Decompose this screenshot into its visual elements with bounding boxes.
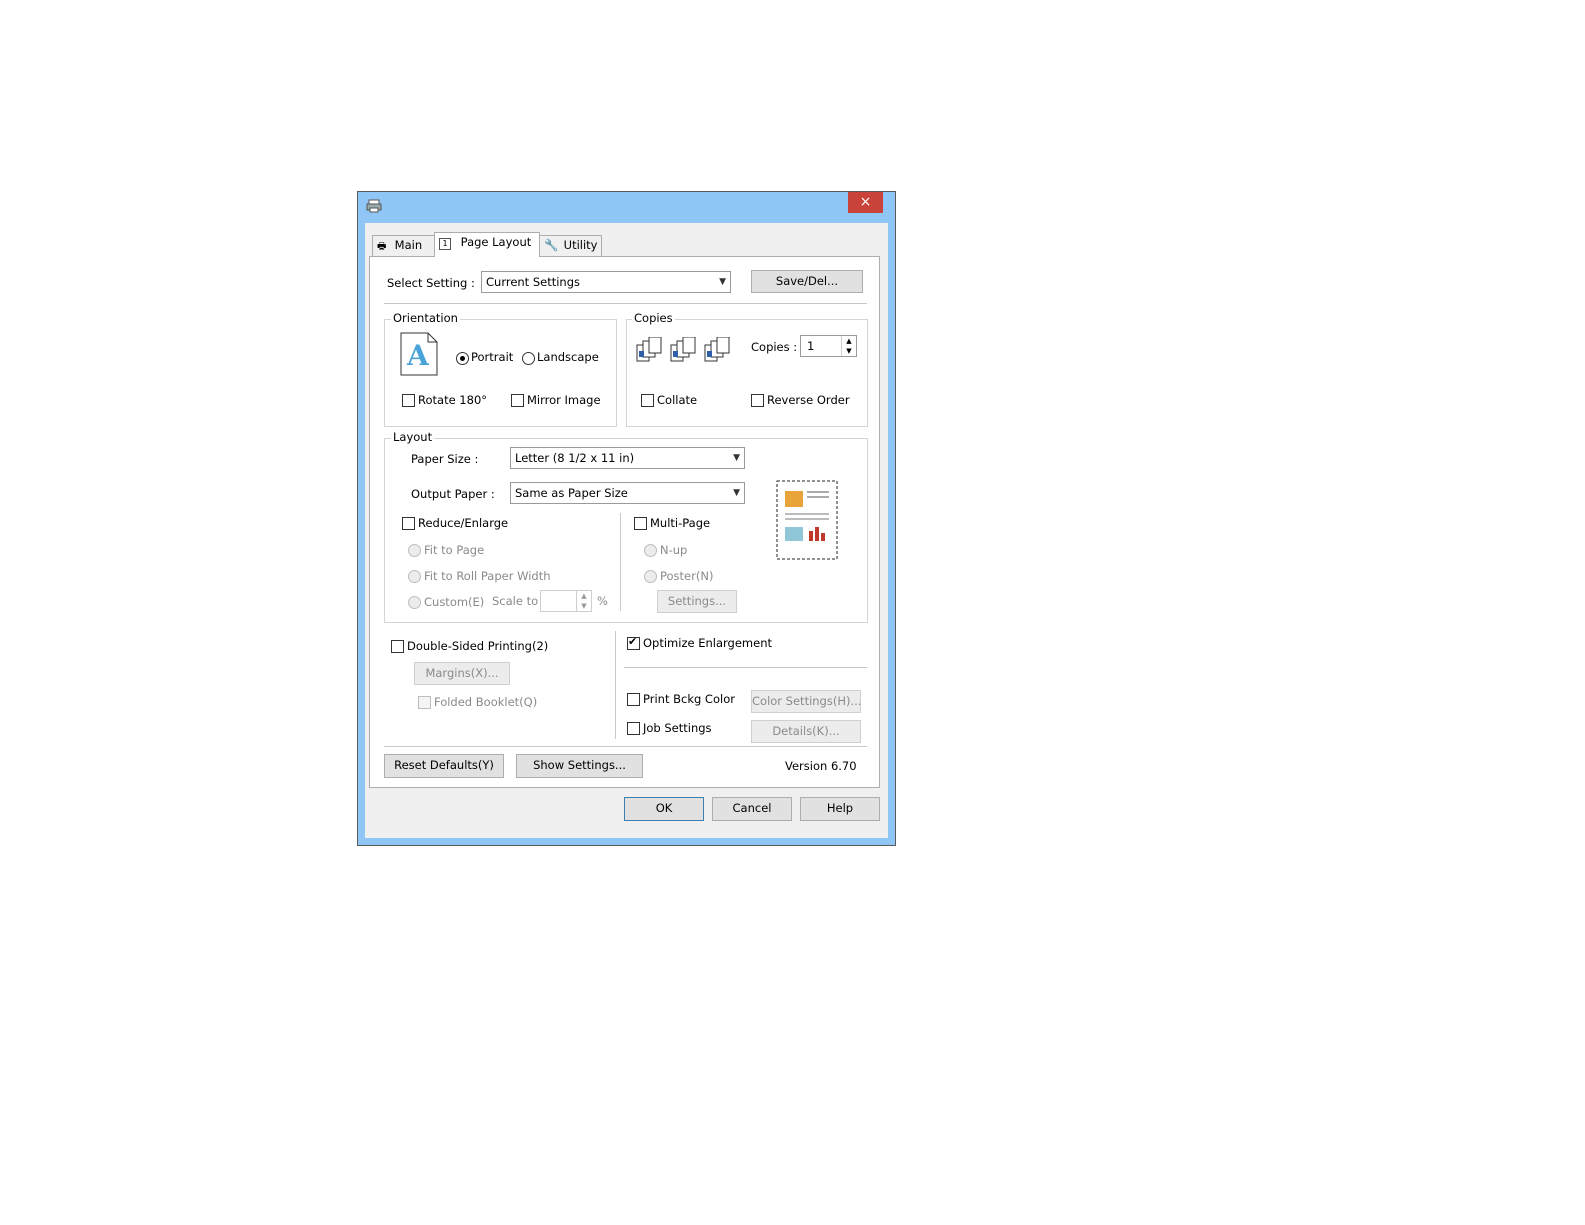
page-preview-icon — [776, 480, 838, 560]
fit-to-page-label: Fit to Page — [424, 543, 485, 557]
optimize-enlargement-label: Optimize Enlargement — [643, 636, 772, 650]
window-frame-right — [888, 223, 895, 845]
cancel-button[interactable]: Cancel — [712, 797, 792, 821]
select-setting-label: Select Setting : — [387, 276, 475, 290]
chevron-down-icon: ▼ — [719, 277, 726, 287]
collate-pages-icon — [636, 337, 730, 362]
save-del-button[interactable]: Save/Del... — [751, 270, 863, 293]
job-settings-checkbox[interactable] — [627, 722, 640, 735]
multi-page-label: Multi-Page — [650, 516, 711, 530]
custom-label: Custom(E) — [424, 595, 485, 609]
printer-tab-icon: 🖶 — [377, 241, 387, 252]
spinner-arrows-icon[interactable]: ▲ ▼ — [841, 336, 856, 356]
reset-defaults-button[interactable]: Reset Defaults(Y) — [384, 754, 504, 778]
folded-booklet-label: Folded Booklet(Q) — [434, 695, 538, 709]
color-settings-button[interactable]: Color Settings(H)... — [751, 690, 861, 713]
output-paper-label: Output Paper : — [411, 487, 495, 501]
collate-label: Collate — [657, 393, 698, 407]
tab-page-layout[interactable]: 1 Page Layout — [434, 232, 540, 257]
folded-booklet-checkbox[interactable] — [418, 696, 431, 709]
output-paper-value: Same as Paper Size — [515, 486, 628, 500]
page-layout-panel: Select Setting : Current Settings ▼ Save… — [369, 256, 880, 788]
fit-to-page-radio[interactable] — [408, 544, 421, 557]
title-bar[interactable]: × — [358, 192, 895, 223]
separator — [620, 513, 621, 611]
wrench-icon: 🔧 — [544, 238, 559, 252]
separator — [615, 631, 616, 739]
paper-size-dropdown[interactable]: Letter (8 1/2 x 11 in) ▼ — [510, 447, 745, 469]
tab-page-layout-label: Page Layout — [460, 235, 532, 249]
reduce-enlarge-label: Reduce/Enlarge — [418, 516, 509, 530]
portrait-preview-icon: A — [400, 332, 438, 376]
paper-size-label: Paper Size : — [411, 452, 479, 466]
show-settings-button[interactable]: Show Settings... — [516, 754, 643, 778]
window-frame-left — [358, 223, 365, 845]
scale-input[interactable]: ▲ ▼ — [540, 590, 592, 612]
landscape-radio[interactable] — [522, 352, 535, 365]
copies-input[interactable]: 1 ▲ ▼ — [800, 335, 857, 357]
multi-page-checkbox[interactable] — [634, 517, 647, 530]
details-button[interactable]: Details(K)... — [751, 720, 861, 743]
separator — [384, 746, 867, 747]
tab-utility[interactable]: 🔧 Utility — [539, 235, 602, 256]
fit-to-roll-label: Fit to Roll Paper Width — [424, 569, 551, 583]
close-button[interactable]: × — [848, 192, 883, 213]
percent-label: % — [597, 594, 608, 608]
double-sided-label: Double-Sided Printing(2) — [407, 639, 549, 653]
output-paper-dropdown[interactable]: Same as Paper Size ▼ — [510, 482, 745, 504]
version-label: Version 6.70 — [785, 759, 857, 773]
poster-radio[interactable] — [644, 570, 657, 583]
close-icon: × — [859, 194, 872, 210]
n-up-radio[interactable] — [644, 544, 657, 557]
layout-legend: Layout — [391, 430, 435, 444]
multi-page-settings-button[interactable]: Settings... — [657, 590, 737, 613]
svg-text:A: A — [406, 339, 430, 372]
chevron-down-icon: ▼ — [733, 453, 740, 463]
tab-utility-label: Utility — [563, 238, 598, 252]
separator — [624, 667, 867, 668]
portrait-radio[interactable] — [456, 352, 469, 365]
rotate-180-label: Rotate 180° — [418, 393, 488, 407]
portrait-label: Portrait — [471, 350, 514, 364]
poster-label: Poster(N) — [660, 569, 714, 583]
window-frame-bottom — [358, 838, 895, 845]
orientation-legend: Orientation — [391, 311, 460, 325]
margins-button[interactable]: Margins(X)... — [414, 662, 510, 685]
page-number-icon: 1 — [439, 238, 451, 250]
separator — [384, 303, 867, 304]
printer-icon — [366, 199, 382, 213]
print-bckg-color-checkbox[interactable] — [627, 693, 640, 706]
paper-size-value: Letter (8 1/2 x 11 in) — [515, 451, 635, 465]
help-button[interactable]: Help — [800, 797, 880, 821]
optimize-enlargement-checkbox[interactable] — [627, 635, 640, 650]
select-setting-value: Current Settings — [486, 275, 581, 289]
double-sided-checkbox[interactable] — [391, 640, 404, 653]
job-settings-label: Job Settings — [643, 721, 712, 735]
rotate-180-checkbox[interactable] — [402, 394, 415, 407]
reduce-enlarge-checkbox[interactable] — [402, 517, 415, 530]
mirror-image-label: Mirror Image — [527, 393, 601, 407]
scale-to-label: Scale to — [492, 594, 539, 608]
tab-main[interactable]: 🖶 Main — [372, 235, 435, 256]
collate-checkbox[interactable] — [641, 394, 654, 407]
spinner-arrows-icon[interactable]: ▲ ▼ — [576, 591, 591, 611]
landscape-label: Landscape — [537, 350, 599, 364]
print-bckg-color-label: Print Bckg Color — [643, 692, 735, 706]
page-layout-dialog: × 🖶 Main 1 Page Layout 🔧 Utility Select … — [357, 191, 896, 846]
copies-label: Copies : — [751, 340, 798, 354]
reverse-order-label: Reverse Order — [767, 393, 850, 407]
ok-button[interactable]: OK — [624, 797, 704, 821]
fit-to-roll-radio[interactable] — [408, 570, 421, 583]
reverse-order-checkbox[interactable] — [751, 394, 764, 407]
custom-radio[interactable] — [408, 596, 421, 609]
select-setting-dropdown[interactable]: Current Settings ▼ — [481, 271, 731, 293]
n-up-label: N-up — [660, 543, 688, 557]
copies-value: 1 — [807, 339, 815, 353]
mirror-image-checkbox[interactable] — [511, 394, 524, 407]
chevron-down-icon: ▼ — [733, 488, 740, 498]
copies-legend: Copies — [632, 311, 675, 325]
tab-main-label: Main — [394, 238, 423, 252]
